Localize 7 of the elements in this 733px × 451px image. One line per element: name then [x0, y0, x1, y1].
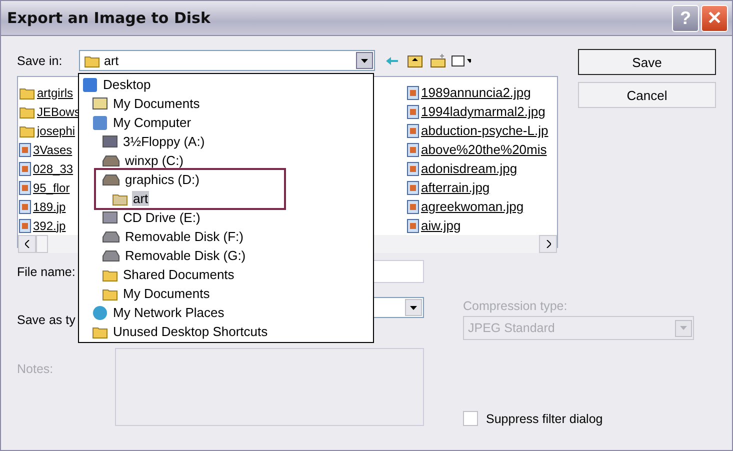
notes-label: Notes: — [17, 362, 54, 376]
file-name-label: File name: — [17, 264, 76, 278]
compression-type-label: Compression type: — [463, 299, 568, 313]
save-in-label: Save in: — [17, 54, 64, 68]
suppress-filter-dialog-label: Suppress filter dialog — [486, 412, 603, 426]
window-title: Export an Image to Disk — [7, 9, 212, 27]
save-as-type-label: Save as ty — [17, 312, 76, 326]
